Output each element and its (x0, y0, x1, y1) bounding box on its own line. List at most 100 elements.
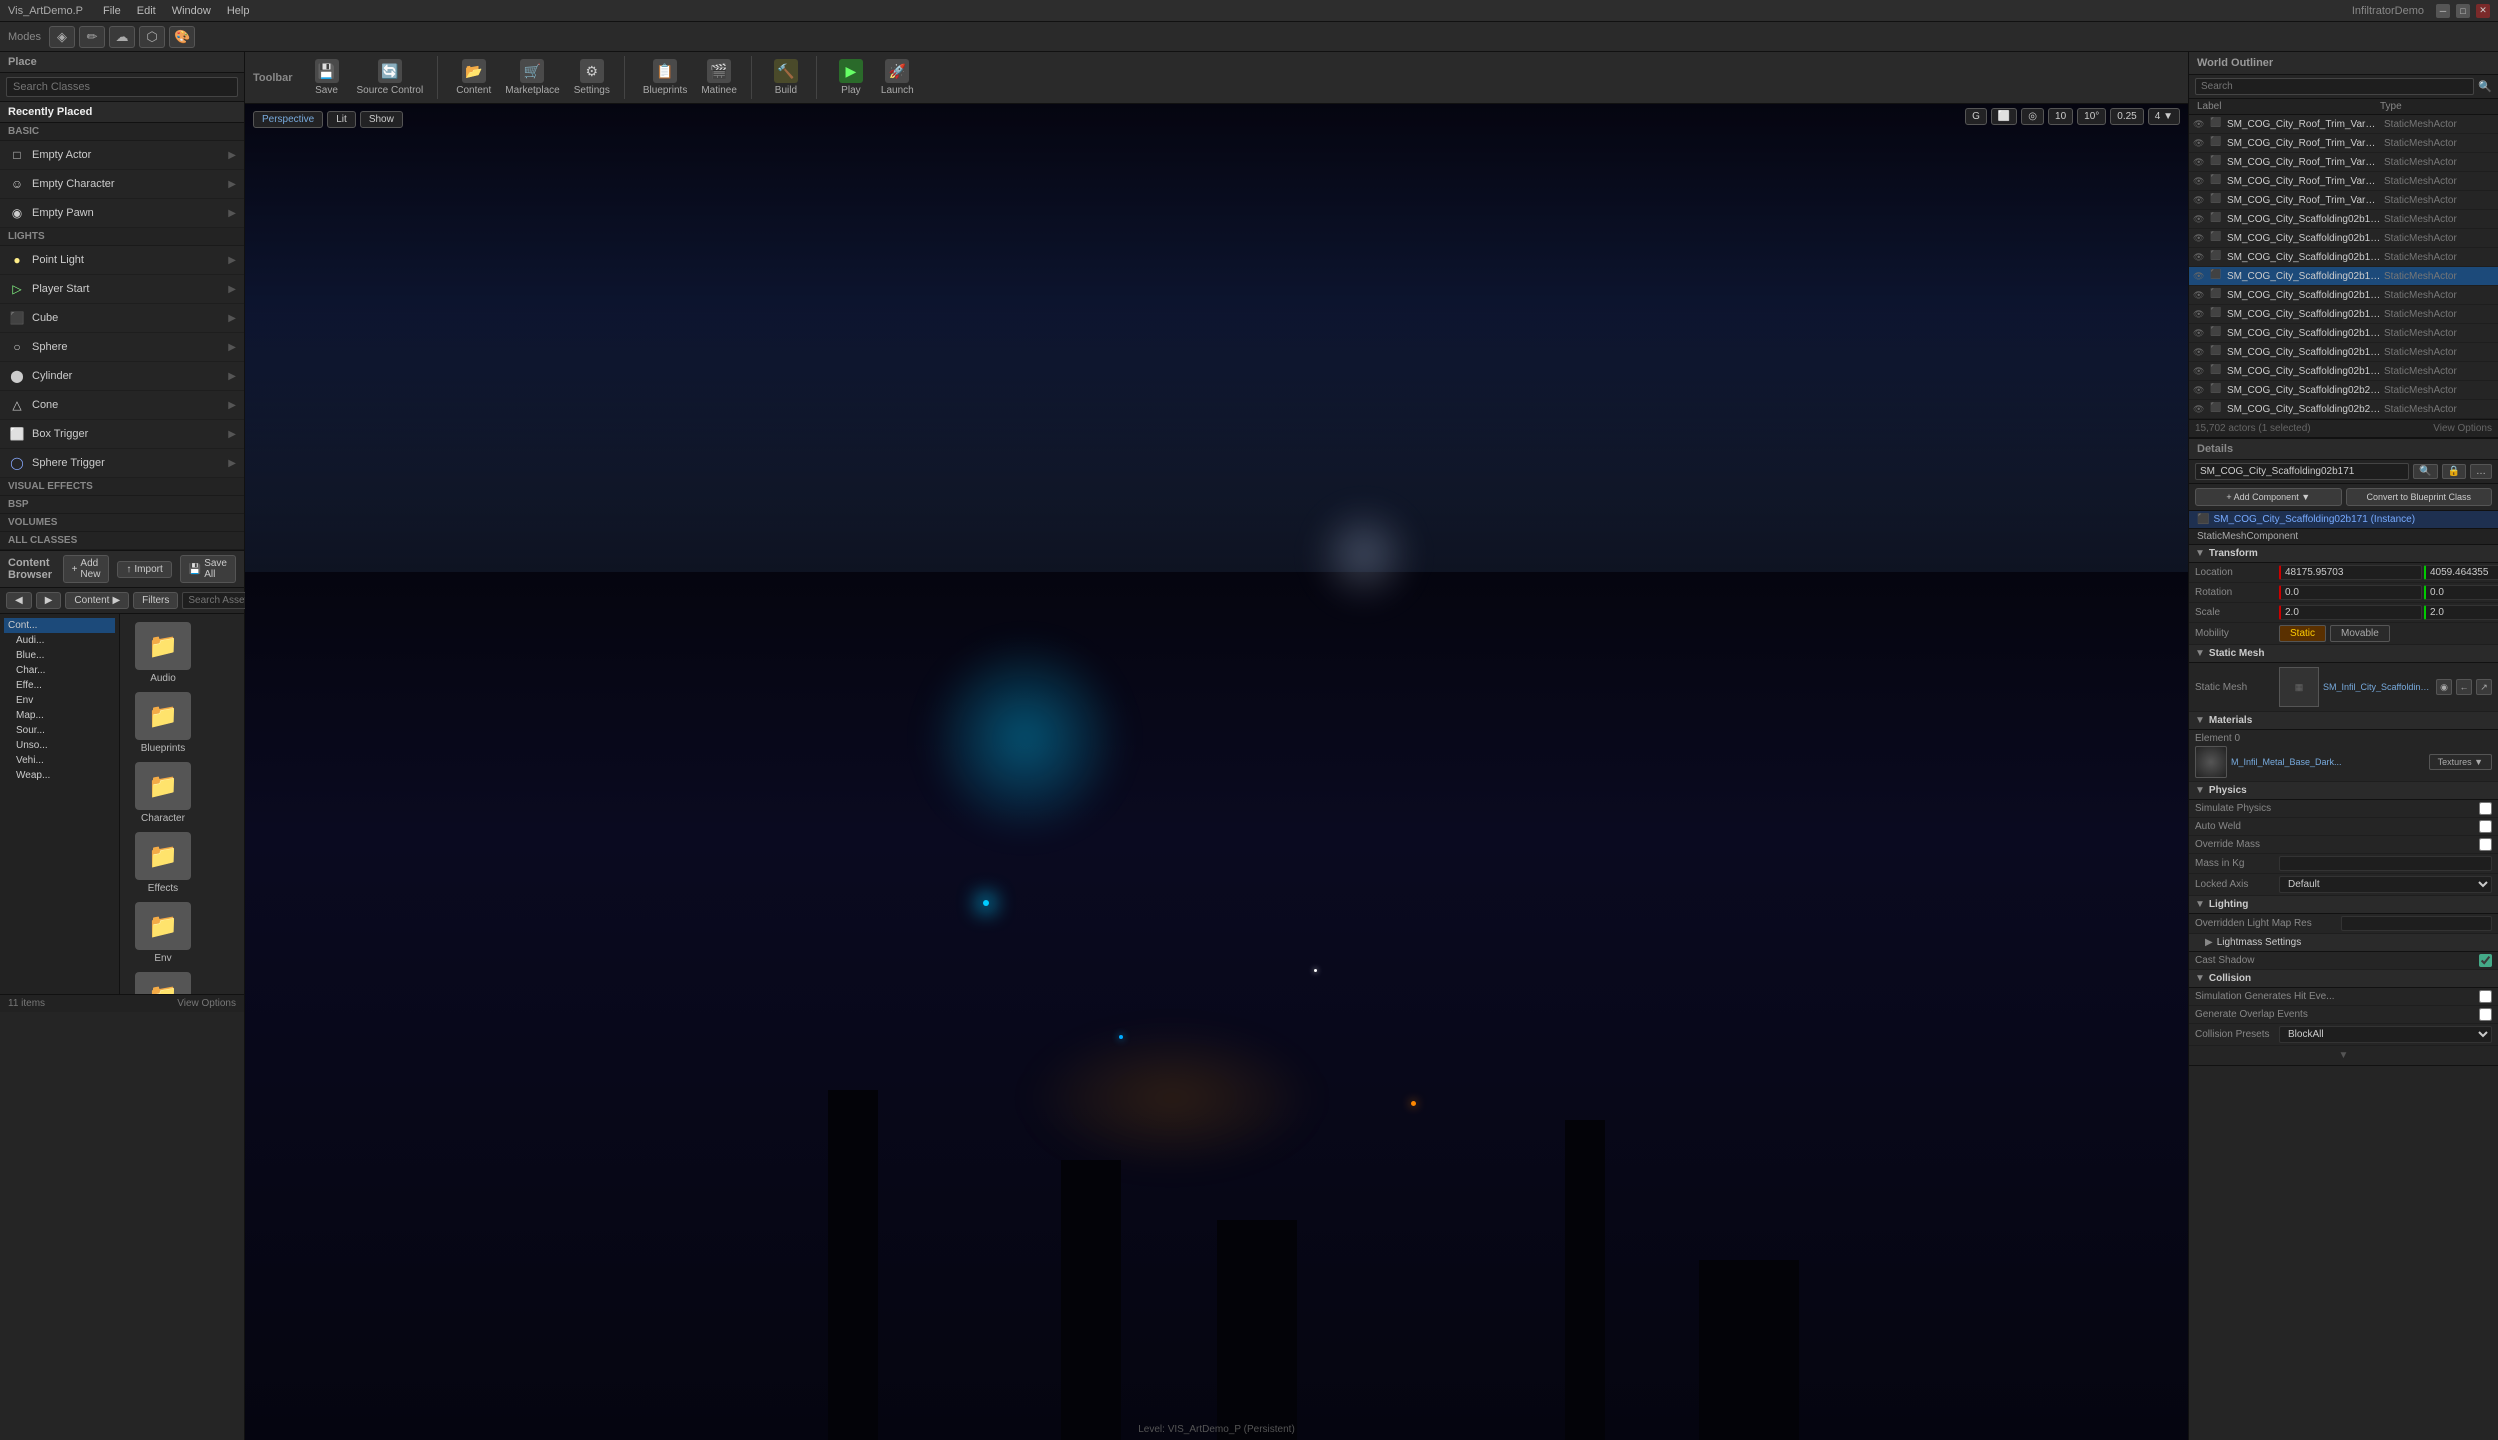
tree-item-blueprints[interactable]: Blue... (4, 648, 115, 663)
mode-paint-button[interactable]: 🎨 (169, 26, 195, 48)
mode-select-button[interactable]: ◈ (49, 26, 75, 48)
import-button[interactable]: ↑ Import (117, 561, 171, 578)
scale-y-input[interactable] (2424, 605, 2498, 620)
vp-ctrl-1[interactable]: G (1965, 108, 1987, 125)
outliner-item-vis-8[interactable]: 👁 (2193, 271, 2207, 282)
launch-button[interactable]: 🚀 Launch (875, 56, 920, 99)
mobility-movable-button[interactable]: Movable (2330, 625, 2390, 642)
save-all-button[interactable]: 💾 Save All (180, 555, 236, 583)
outliner-item-5[interactable]: 👁 ⬛ SM_COG_City_Scaffolding02b168 Static… (2189, 210, 2498, 229)
tree-item-audio[interactable]: Audi... (4, 633, 115, 648)
cb-filters-button[interactable]: Filters (133, 592, 178, 609)
menu-help[interactable]: Help (227, 5, 250, 17)
outliner-item-14[interactable]: 👁 ⬛ SM_COG_City_Scaffolding02b200 Static… (2189, 381, 2498, 400)
outliner-search-input[interactable] (2195, 78, 2474, 95)
light-map-input[interactable] (2341, 916, 2493, 931)
outliner-item-vis-11[interactable]: 👁 (2193, 328, 2207, 339)
outliner-item-vis-0[interactable]: 👁 (2193, 119, 2207, 130)
content-button[interactable]: 📂 Content (450, 56, 497, 99)
blueprints-button[interactable]: 📋 Blueprints (637, 56, 693, 99)
build-button[interactable]: 🔨 Build (764, 56, 808, 99)
mode-foliage-button[interactable]: ☁ (109, 26, 135, 48)
mesh-use-btn[interactable]: ← (2456, 679, 2472, 695)
settings-button[interactable]: ⚙ Settings (568, 56, 616, 99)
generate-overlap-checkbox[interactable] (2479, 1008, 2492, 1021)
outliner-item-vis-9[interactable]: 👁 (2193, 290, 2207, 301)
details-lock-btn[interactable]: 🔒 (2442, 464, 2466, 479)
outliner-item-0[interactable]: 👁 ⬛ SM_COG_City_Roof_Trim_VarB_Middle419… (2189, 115, 2498, 134)
transform-section-header[interactable]: ▼ Transform (2189, 545, 2498, 563)
tree-item-character[interactable]: Char... (4, 663, 115, 678)
viewport-show-btn[interactable]: Show (360, 111, 403, 128)
outliner-item-vis-6[interactable]: 👁 (2193, 233, 2207, 244)
outliner-item-vis-10[interactable]: 👁 (2193, 309, 2207, 320)
rotation-y-input[interactable] (2424, 585, 2498, 600)
outliner-item-4[interactable]: 👁 ⬛ SM_COG_City_Roof_Trim_VarB_Middle459… (2189, 191, 2498, 210)
play-button[interactable]: ▶ Play (829, 56, 873, 99)
locked-axis-dropdown[interactable]: Default (2279, 876, 2492, 893)
place-item-box-trigger[interactable]: ⬜ Box Trigger ▶ (0, 420, 244, 449)
outliner-item-vis-12[interactable]: 👁 (2193, 347, 2207, 358)
tree-item-effects[interactable]: Effe... (4, 678, 115, 693)
viewport[interactable]: Perspective Lit Show G ⬜ ◎ 10 10° 0.25 4… (245, 104, 2188, 1440)
outliner-item-9[interactable]: 👁 ⬛ SM_COG_City_Scaffolding02b172 Static… (2189, 286, 2498, 305)
outliner-item-vis-14[interactable]: 👁 (2193, 385, 2207, 396)
place-item-empty-actor[interactable]: □ Empty Actor ▶ (0, 141, 244, 170)
search-classes-input[interactable] (6, 77, 238, 97)
location-x-input[interactable] (2279, 565, 2422, 580)
location-y-input[interactable] (2424, 565, 2498, 580)
mobility-static-button[interactable]: Static (2279, 625, 2326, 642)
outliner-item-vis-15[interactable]: 👁 (2193, 404, 2207, 415)
det-component[interactable]: StaticMeshComponent (2189, 529, 2498, 545)
tree-item-sounds[interactable]: Sour... (4, 723, 115, 738)
marketplace-button[interactable]: 🛒 Marketplace (499, 56, 565, 99)
tree-item-env[interactable]: Env (4, 693, 115, 708)
details-more-btn[interactable]: … (2470, 464, 2492, 479)
folder-character[interactable]: 📁 Character (128, 762, 198, 824)
place-item-cube[interactable]: ⬛ Cube ▶ (0, 304, 244, 333)
outliner-item-15[interactable]: 👁 ⬛ SM_COG_City_Scaffolding02b201 Static… (2189, 400, 2498, 419)
place-item-cylinder[interactable]: ⬤ Cylinder ▶ (0, 362, 244, 391)
vp-ctrl-2[interactable]: ⬜ (1991, 108, 2017, 125)
outliner-item-11[interactable]: 👁 ⬛ SM_COG_City_Scaffolding02b197 Static… (2189, 324, 2498, 343)
details-search-btn[interactable]: 🔍 (2413, 464, 2437, 479)
source-control-button[interactable]: 🔄 Source Control (351, 56, 430, 99)
folder-env[interactable]: 📁 Env (128, 902, 198, 964)
override-mass-checkbox[interactable] (2479, 838, 2492, 851)
add-new-button[interactable]: + Add New (63, 555, 110, 583)
outliner-item-10[interactable]: 👁 ⬛ SM_COG_City_Scaffolding02b173 Static… (2189, 305, 2498, 324)
vp-ctrl-cam-speed[interactable]: 4 ▼ (2148, 108, 2180, 125)
outliner-item-vis-3[interactable]: 👁 (2193, 176, 2207, 187)
physics-section-header[interactable]: ▼ Physics (2189, 782, 2498, 800)
tree-item-maps[interactable]: Map... (4, 708, 115, 723)
convert-bp-button[interactable]: Convert to Blueprint Class (2346, 488, 2493, 506)
outliner-item-1[interactable]: 👁 ⬛ SM_COG_City_Roof_Trim_VarB_Middle420… (2189, 134, 2498, 153)
tree-item-weapons[interactable]: Weap... (4, 768, 115, 783)
outliner-item-13[interactable]: 👁 ⬛ SM_COG_City_Scaffolding02b199 Static… (2189, 362, 2498, 381)
materials-section-header[interactable]: ▼ Materials (2189, 712, 2498, 730)
mesh-open-btn[interactable]: ↗ (2476, 679, 2492, 695)
auto-weld-checkbox[interactable] (2479, 820, 2492, 833)
outliner-item-vis-13[interactable]: 👁 (2193, 366, 2207, 377)
tree-item-vehicles[interactable]: Vehi... (4, 753, 115, 768)
outliner-item-12[interactable]: 👁 ⬛ SM_COG_City_Scaffolding02b198 Static… (2189, 343, 2498, 362)
vp-ctrl-scale[interactable]: 0.25 (2110, 108, 2143, 125)
cb-nav-forward[interactable]: ▶ (36, 592, 62, 609)
folder-audio[interactable]: 📁 Audio (128, 622, 198, 684)
mode-landscape-button[interactable]: ✏ (79, 26, 105, 48)
outliner-item-vis-5[interactable]: 👁 (2193, 214, 2207, 225)
folder-blueprints[interactable]: 📁 Blueprints (128, 692, 198, 754)
simulate-physics-checkbox[interactable] (2479, 802, 2492, 815)
outliner-view-options[interactable]: View Options (2433, 423, 2492, 434)
place-item-player-start[interactable]: ▷ Player Start ▶ (0, 275, 244, 304)
add-component-button[interactable]: + Add Component ▼ (2195, 488, 2342, 506)
outliner-item-3[interactable]: 👁 ⬛ SM_COG_City_Roof_Trim_VarB_Middle458… (2189, 172, 2498, 191)
static-mesh-section-header[interactable]: ▼ Static Mesh (2189, 645, 2498, 663)
rotation-x-input[interactable] (2279, 585, 2422, 600)
place-item-sphere[interactable]: ○ Sphere ▶ (0, 333, 244, 362)
folder-effects[interactable]: 📁 Effects (128, 832, 198, 894)
menu-file[interactable]: File (103, 5, 121, 17)
viewport-lit-btn[interactable]: Lit (327, 111, 356, 128)
outliner-item-vis-1[interactable]: 👁 (2193, 138, 2207, 149)
lighting-section-header[interactable]: ▼ Lighting (2189, 896, 2498, 914)
